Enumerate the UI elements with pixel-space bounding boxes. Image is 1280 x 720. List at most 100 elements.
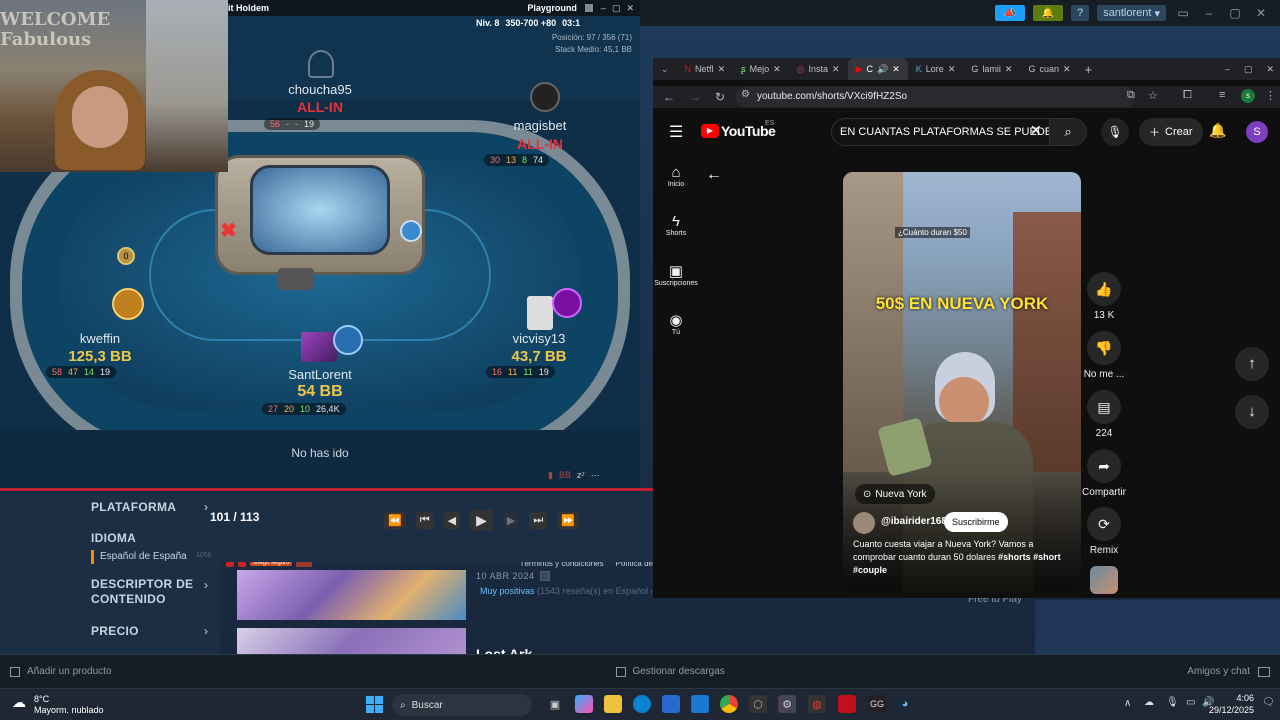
dislike-button[interactable]: 👎 No me ... [1074,331,1134,380]
maximize-icon[interactable]: ▢ [1226,6,1244,20]
notification-icon[interactable]: 🗨 [1262,697,1275,708]
weather-icon[interactable]: ☁ [12,694,26,711]
tab-mejo[interactable]: ʂ Mejo ✕ [733,58,789,80]
add-product-button[interactable]: Añadir un producto [27,666,112,677]
close-icon[interactable]: ✕ [626,3,634,14]
extensions-icon[interactable]: ⧠ [1183,89,1192,102]
flag-icon[interactable]: ▮ [548,470,553,481]
channel-avatar[interactable] [853,512,875,534]
back-arrow-icon[interactable]: ← [706,166,722,184]
tab-lore[interactable]: K Lore ✕ [908,58,964,80]
rewind-10-icon[interactable]: ⏪ [384,512,406,529]
windows-start-icon[interactable] [366,696,383,713]
gg-app-icon[interactable]: GG [868,695,886,713]
mail-icon[interactable] [691,695,709,713]
friends-chat-button[interactable]: Amigos y chat [1187,666,1250,677]
install-icon[interactable]: ⧉ [1127,89,1135,102]
more-icon[interactable]: ⋯ [591,470,600,481]
next-icon[interactable]: ⏭ [529,512,548,529]
task-view-icon[interactable]: ▣ [546,695,564,713]
short-video[interactable]: ¿Cuánto duran $50 50$ EN NUEVA YORK ⊙ Nue… [843,172,1081,593]
close-icon[interactable]: ✕ [1252,6,1270,20]
url-input[interactable]: youtube.com/shorts/VXci9fHZ2So [735,87,1135,107]
tab-google1[interactable]: Glamii ✕ [963,58,1020,80]
minimize-icon[interactable]: – [1225,64,1230,74]
tray-cloud-icon[interactable]: ☁ [1144,697,1154,708]
poker-app-icon[interactable] [838,695,856,713]
location-chip[interactable]: ⊙ Nueva York [855,484,935,504]
notifications-button[interactable]: 🔔 [1032,5,1063,21]
game-capsule-image[interactable] [237,628,466,654]
tab-youtube[interactable]: ▶ C 🔊 ✕ [847,58,908,80]
media-icon[interactable]: ≡ [1219,89,1225,101]
forward-icon[interactable]: ▶ [502,512,520,529]
close-icon[interactable]: ✕ [718,64,726,75]
sound-thumbnail[interactable] [1090,566,1118,594]
tab-search-icon[interactable]: ⌄ [661,64,669,75]
language-selected[interactable]: Español de España [91,550,187,564]
manage-downloads-button[interactable]: Gestionar descargas [633,666,725,677]
youtube-logo-icon[interactable]: ▶ [701,124,719,138]
filter-price[interactable]: PRECIO [91,624,139,638]
clock-date[interactable]: 29/12/2025 [1200,705,1254,715]
search-icon[interactable]: ⌕ [1049,118,1087,146]
remix-button[interactable]: ⟳ Remix [1074,507,1134,556]
play-icon[interactable]: ▶ [470,510,493,531]
reload-icon[interactable]: ↻ [715,90,725,104]
close-icon[interactable]: ✕ [1063,64,1071,75]
maximize-icon[interactable]: ▢ [612,3,621,14]
tab-netflix[interactable]: N Netfl ✕ [677,58,734,80]
notifications-bell-icon[interactable]: 🔔 [1209,122,1226,139]
microphone-icon[interactable]: 🎙 [1101,118,1129,146]
audio-icon[interactable]: 🔊 [877,64,888,75]
app-icon[interactable]: ◍ [808,695,826,713]
settings-icon[interactable]: ⚙ [778,695,796,713]
sleep-icon[interactable]: zᶻ [577,470,585,481]
store-icon[interactable] [662,695,680,713]
channel-name[interactable]: @ibairider168 [881,516,947,527]
close-icon[interactable]: ✕ [1005,64,1013,75]
game-capsule-image[interactable] [237,570,466,620]
app-icon[interactable]: ⬡ [749,695,767,713]
forward-10-icon[interactable]: ⏩ [557,512,579,529]
create-button[interactable]: ＋ Crear [1139,118,1203,146]
minimize-icon[interactable]: – [601,3,606,13]
record-icon[interactable] [584,4,593,12]
game-title[interactable]: Lost Ark [476,646,532,654]
filter-language[interactable]: IDIOMA [91,531,136,545]
bb-icon[interactable]: BB [559,470,571,481]
bookmark-icon[interactable]: ☆ [1148,89,1158,102]
minimize-icon[interactable]: – [1200,6,1218,20]
previous-icon[interactable]: ⏮ [415,512,434,529]
filter-content-descriptor[interactable]: DESCRIPTOR DE CONTENIDO [91,577,201,607]
previous-short-icon[interactable]: ↑ [1235,347,1269,381]
site-info-icon[interactable]: ⚙ [741,89,750,100]
steam-icon[interactable]: ◕ [896,695,914,713]
clear-search-icon[interactable]: ✕ [1030,122,1042,139]
new-tab-icon[interactable]: + [1085,62,1093,77]
close-icon[interactable]: ✕ [892,64,900,75]
back-icon[interactable]: ← [663,90,675,104]
taskbar-search[interactable]: ⌕ Buscar [392,694,532,716]
menu-icon[interactable]: ☰ [669,122,683,142]
chrome-icon[interactable] [720,695,738,713]
rail-you[interactable]: ◉ Tú [653,311,699,336]
close-icon[interactable]: ✕ [1266,64,1274,75]
account-avatar[interactable]: S [1246,121,1268,143]
tab-instagram[interactable]: ◎ Insta ✕ [789,58,848,80]
clock-time[interactable]: 4:06 [1218,693,1254,703]
profile-icon[interactable]: s [1241,89,1255,103]
share-button[interactable]: ➦ Compartir [1074,449,1134,498]
maximize-icon[interactable]: ▢ [1244,64,1253,75]
announcements-button[interactable]: 📣 [994,5,1025,21]
weather-text[interactable]: Mayorm. nublado [34,705,104,715]
view-icon[interactable]: ▭ [1174,6,1192,20]
menu-icon[interactable]: ⋮ [1265,89,1276,102]
filter-platform[interactable]: PLATAFORMA [91,500,176,514]
tray-mic-icon[interactable]: 🎙 [1166,697,1179,708]
tray-chevron-icon[interactable]: ∧ [1124,698,1131,709]
comment-button[interactable]: ▤ 224 [1074,390,1134,439]
subscribe-button[interactable]: Suscribirme [944,512,1008,532]
close-icon[interactable]: ✕ [948,64,956,75]
rail-subscriptions[interactable]: ▣ Suscripciones [653,262,699,287]
